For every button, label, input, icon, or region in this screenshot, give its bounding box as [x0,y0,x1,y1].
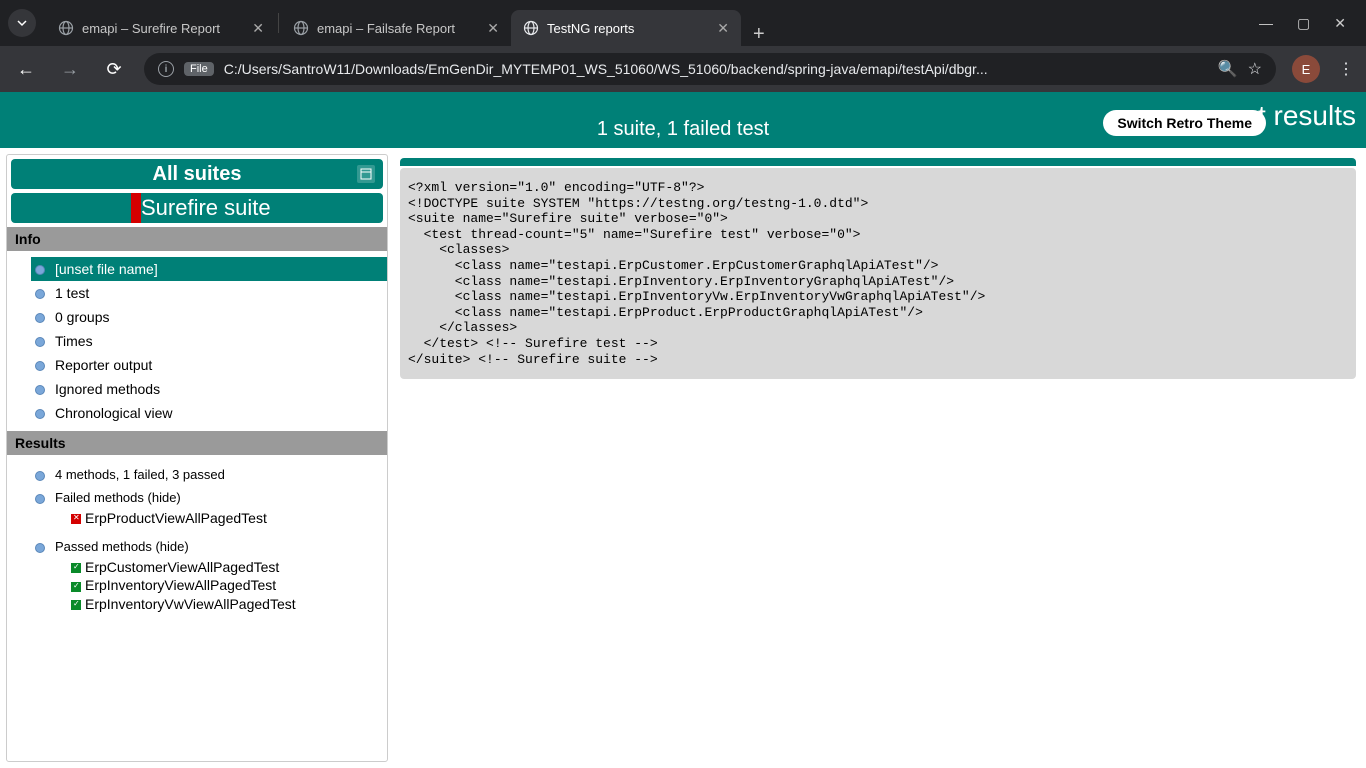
back-button[interactable]: ← [12,59,40,80]
pass-icon [71,582,81,592]
globe-icon [523,20,539,36]
profile-avatar[interactable]: E [1292,55,1320,83]
file-chip: File [184,62,214,76]
close-window-button[interactable]: ✕ [1334,15,1346,32]
info-item-reporter-output[interactable]: Reporter output [31,353,387,377]
right-panel: <?xml version="1.0" encoding="UTF-8"?> <… [396,154,1360,762]
hide-link[interactable]: (hide) [155,539,188,554]
failed-method-item[interactable]: ErpProductViewAllPagedTest [31,509,387,527]
suite-fail-indicator [131,193,141,223]
pass-icon [71,600,81,610]
results-summary[interactable]: 4 methods, 1 failed, 3 passed [31,463,387,486]
info-item-groups[interactable]: 0 groups [31,305,387,329]
tab-title: emapi – Surefire Report [82,21,244,36]
suite-name: Surefire suite [141,195,271,221]
hide-link[interactable]: (hide) [148,490,181,505]
page-content: Switch Retro Theme st results 1 suite, 1… [0,92,1366,768]
minimize-button[interactable]: — [1259,15,1273,32]
window-controls: — ▢ ✕ [1247,15,1358,32]
forward-button[interactable]: → [56,59,84,80]
info-list: [unset file name] 1 test 0 groups Times … [7,251,387,431]
close-icon[interactable]: ✕ [717,20,729,37]
browser-tab-strip: emapi – Surefire Report ✕ emapi – Failsa… [0,0,1366,46]
pass-icon [71,563,81,573]
fail-icon [71,514,81,524]
report-banner: Switch Retro Theme st results 1 suite, 1… [0,92,1366,148]
toolbar: ← → ⟳ i File C:/Users/SantroW11/Download… [0,46,1366,92]
info-item-ignored-methods[interactable]: Ignored methods [31,377,387,401]
results-section-header: Results [7,431,387,455]
info-item-chronological[interactable]: Chronological view [31,401,387,425]
info-item-times[interactable]: Times [31,329,387,353]
right-panel-accent [400,158,1356,166]
tab-surefire-report[interactable]: emapi – Surefire Report ✕ [46,10,276,46]
address-bar[interactable]: i File C:/Users/SantroW11/Downloads/EmGe… [144,53,1276,85]
passed-methods-label: Passed methods [55,539,152,554]
tab-title: emapi – Failsafe Report [317,21,479,36]
info-item-tests[interactable]: 1 test [31,281,387,305]
menu-button[interactable]: ⋮ [1338,59,1354,79]
expand-icon[interactable] [357,165,375,183]
switch-retro-theme-button[interactable]: Switch Retro Theme [1103,110,1266,136]
reload-button[interactable]: ⟳ [100,59,128,80]
tab-separator [278,13,279,33]
bookmark-icon[interactable]: ☆ [1248,59,1262,79]
tab-title: TestNG reports [547,21,709,36]
new-tab-button[interactable]: + [741,23,777,46]
tab-search-button[interactable] [8,9,36,37]
passed-method-item[interactable]: ErpInventoryViewAllPagedTest [31,576,387,594]
tabs-container: emapi – Surefire Report ✕ emapi – Failsa… [46,0,1247,46]
passed-method-item[interactable]: ErpCustomerViewAllPagedTest [31,558,387,576]
toolbar-right: E ⋮ [1292,55,1354,83]
failed-methods-row[interactable]: Failed methods (hide) [31,486,387,509]
maximize-button[interactable]: ▢ [1297,15,1310,32]
info-section-header: Info [7,227,387,251]
close-icon[interactable]: ✕ [487,20,499,37]
globe-icon [293,20,309,36]
results-block: 4 methods, 1 failed, 3 passed Failed met… [7,455,387,621]
zoom-icon[interactable]: 🔍 [1218,59,1238,79]
passed-method-item[interactable]: ErpInventoryVwViewAllPagedTest [31,595,387,613]
all-suites-header[interactable]: All suites [11,159,383,189]
failed-methods-label: Failed methods [55,490,144,505]
tab-failsafe-report[interactable]: emapi – Failsafe Report ✕ [281,10,511,46]
url-text: C:/Users/SantroW11/Downloads/EmGenDir_MY… [224,61,1208,77]
tab-testng-reports[interactable]: TestNG reports ✕ [511,10,741,46]
site-info-icon[interactable]: i [158,61,174,77]
xml-source-view[interactable]: <?xml version="1.0" encoding="UTF-8"?> <… [400,168,1356,379]
info-item-unset-file[interactable]: [unset file name] [31,257,387,281]
suite-header[interactable]: Surefire suite [11,193,383,223]
left-panel: All suites Surefire suite Info [unset fi… [6,154,388,762]
close-icon[interactable]: ✕ [252,20,264,37]
globe-icon [58,20,74,36]
passed-methods-row[interactable]: Passed methods (hide) [31,535,387,558]
